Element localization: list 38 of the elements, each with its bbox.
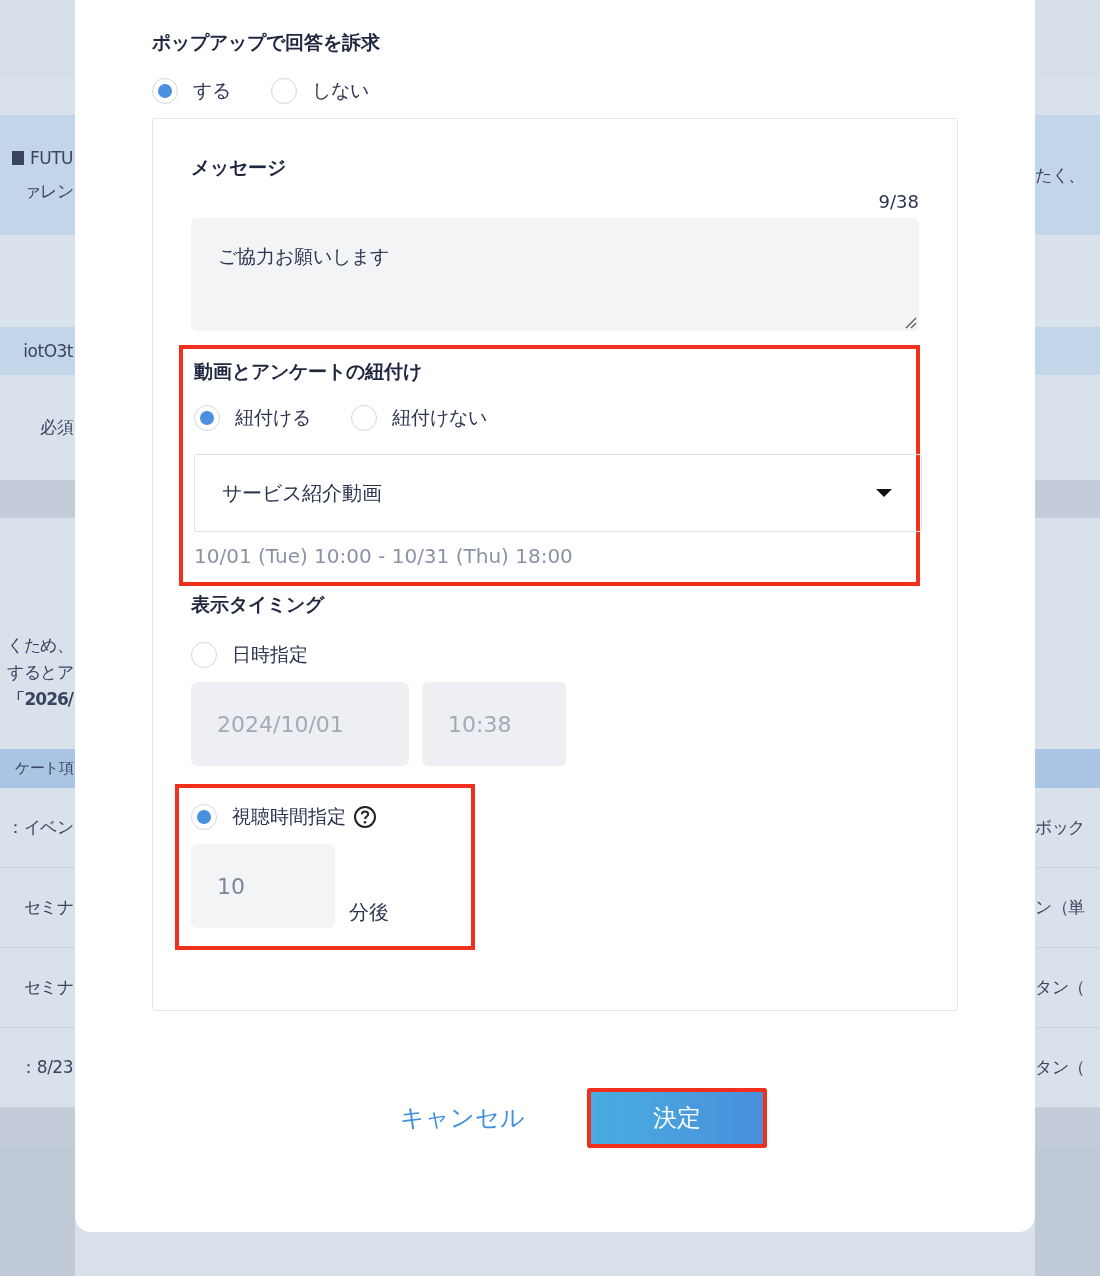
resize-grip-icon[interactable]	[903, 315, 917, 329]
radio-option[interactable]: 紐付けない	[351, 405, 487, 431]
background-band	[1035, 480, 1100, 518]
background-text: ン（単	[1035, 896, 1085, 919]
radio-option[interactable]: 紐付ける	[194, 405, 311, 431]
background-text: タン（	[1035, 1056, 1085, 1079]
background-text: 必須	[40, 416, 73, 439]
background-text: ケート項	[15, 759, 73, 778]
character-counter: 9/38	[878, 191, 919, 212]
background-text: ァレン	[23, 179, 73, 203]
unit-label: 分後	[349, 899, 389, 926]
field-label: 表示タイミング	[191, 592, 326, 617]
background-text: するとア	[7, 661, 73, 684]
help-icon[interactable]	[353, 805, 377, 829]
background-text: ：8/23	[20, 1056, 73, 1079]
radio-option[interactable]: 視聴時間指定	[191, 804, 389, 830]
background-text: ボック	[1035, 816, 1085, 839]
section-title: ポップアップで回答を訴求	[152, 30, 381, 55]
period-text: 10/01 (Tue) 10:00 - 10/31 (Thu) 18:00	[194, 544, 574, 568]
background-text: iotO3t	[23, 341, 73, 361]
background-text: FUTU	[29, 147, 73, 168]
background-text: ：イベン	[7, 816, 73, 839]
square-icon	[11, 150, 24, 165]
radio-option[interactable]: しない	[271, 78, 369, 104]
field-label: メッセージ	[191, 155, 287, 180]
background-text: タン（	[1035, 976, 1085, 999]
background-text: たく、	[1035, 163, 1085, 187]
background-text: セミナ	[23, 896, 73, 919]
background-band	[1035, 327, 1100, 375]
radio-option[interactable]: する	[152, 78, 231, 104]
caret-icon	[875, 488, 893, 498]
background-text: くため、	[7, 634, 73, 657]
background-text: セミナ	[23, 976, 73, 999]
field-label: 動画とアンケートの紐付け	[194, 359, 423, 384]
background-band	[1035, 749, 1100, 788]
video-select[interactable]: サービス紹介動画	[194, 454, 922, 532]
message-field[interactable]: ご協力お願いします	[191, 218, 919, 331]
background-text: 「2026/	[8, 688, 73, 711]
